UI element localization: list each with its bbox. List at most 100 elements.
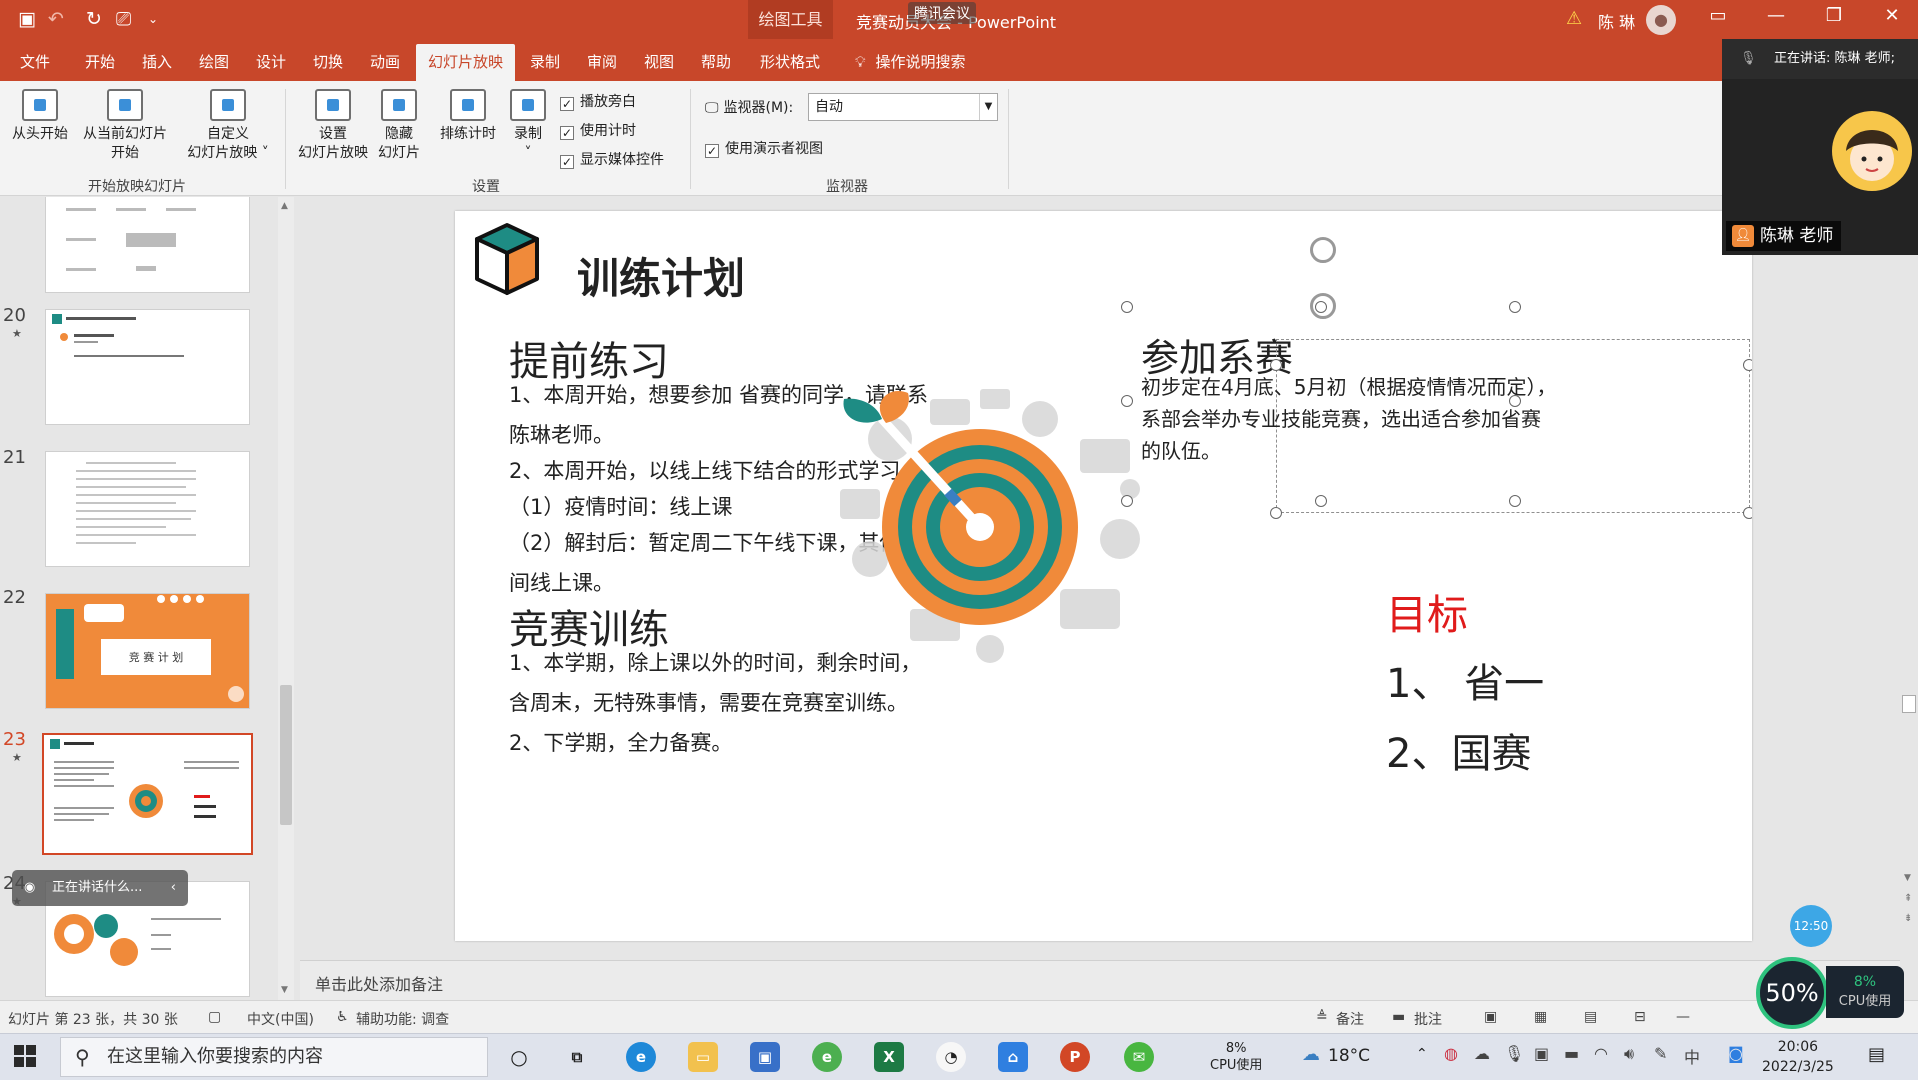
tab-shape-format[interactable]: 形状格式 (760, 51, 820, 72)
slide-vertical-scrollbar[interactable]: ▼ ⇞ ⇟ (1900, 197, 1918, 1000)
setup-show-button[interactable]: 设置 幻灯片放映 (294, 89, 372, 163)
scroll-up-icon[interactable]: ▲ (281, 201, 288, 211)
taskbar-clock[interactable]: 20:06 2022/3/25 (1762, 1037, 1834, 1077)
resize-handle[interactable] (1270, 359, 1282, 371)
chevron-left-icon[interactable]: ‹ (171, 870, 176, 906)
account-name[interactable]: 陈 琳 (1598, 9, 1635, 33)
account-avatar-icon[interactable]: ● (1646, 5, 1676, 35)
tab-design[interactable]: 设计 (256, 51, 286, 72)
slide-thumbnail-23-selected[interactable] (42, 733, 253, 855)
monitor-select[interactable]: 自动 ▼ (808, 93, 998, 121)
cpu-usage-gauge[interactable]: 50% (1756, 957, 1828, 1029)
notes-pane[interactable]: 单击此处添加备注 (300, 960, 1900, 1000)
meeting-timer-badge[interactable]: 12:50 (1790, 905, 1832, 947)
comments-button[interactable]: 批注 (1414, 1009, 1442, 1029)
custom-show-button[interactable]: 自定义 幻灯片放映 ˅ (178, 89, 278, 163)
ribbon-display-icon[interactable]: ▭ (1698, 5, 1738, 26)
goal-item-2[interactable]: 2、国赛 (1386, 721, 1531, 779)
microphone-icon[interactable]: 🎙︎ (1504, 1044, 1524, 1063)
tab-file[interactable]: 文件 (20, 51, 50, 72)
store-icon[interactable]: ▣ (750, 1042, 780, 1072)
reading-view-icon[interactable]: ▤ (1584, 1009, 1597, 1025)
from-beginning-button[interactable]: 从头开始 (8, 89, 72, 144)
resize-handle[interactable] (1509, 495, 1521, 507)
slide-23[interactable]: 训练计划 提前练习 1、本周开始，想要参加 省赛的同学，请联系 陈琳老师。 2、… (455, 211, 1752, 941)
tab-review[interactable]: 审阅 (587, 51, 617, 72)
wifi-icon[interactable]: ◠ (1594, 1044, 1608, 1063)
ie-browser-icon[interactable]: e (812, 1042, 842, 1072)
task-view-icon[interactable]: ⧉ (562, 1042, 592, 1072)
resize-handle[interactable] (1509, 301, 1521, 313)
warning-icon[interactable]: ⚠ (1566, 8, 1582, 29)
resize-handle[interactable] (1315, 495, 1327, 507)
redo-icon[interactable]: ↻ (86, 8, 102, 30)
chevron-down-icon[interactable]: ▼ (979, 94, 997, 120)
resize-handle[interactable] (1121, 301, 1133, 313)
volume-icon[interactable]: 🔊︎ (1624, 1044, 1634, 1064)
slide-title[interactable]: 训练计划 (577, 245, 745, 306)
slide-thumbnail-20[interactable] (45, 309, 250, 425)
tab-transitions[interactable]: 切换 (313, 51, 343, 72)
rotate-handle-icon[interactable] (1310, 237, 1336, 263)
slide-scroll-thumb[interactable] (1902, 695, 1916, 713)
play-narration-checkbox[interactable]: ✓ 播放旁白 (560, 91, 636, 111)
battery-icon[interactable]: ▬ (1564, 1044, 1579, 1063)
rehearse-timings-button[interactable]: 排练计时 (436, 89, 500, 144)
record-button[interactable]: 录制 ˅ (504, 89, 552, 163)
thumbnail-scroll-thumb[interactable] (280, 685, 292, 825)
resize-handle[interactable] (1315, 301, 1327, 313)
tab-record[interactable]: 录制 (530, 51, 560, 72)
accessibility-status[interactable]: 辅助功能: 调查 (356, 1009, 449, 1029)
weather-temperature[interactable]: 18°C (1328, 1046, 1370, 1066)
thumbnail-scrollbar[interactable]: ▲ ▼ (278, 197, 294, 1000)
excel-icon[interactable]: X (874, 1042, 904, 1072)
wechat-icon[interactable]: ✉ (1124, 1042, 1154, 1072)
minimize-icon[interactable]: — (1756, 5, 1796, 26)
customize-qat-icon[interactable]: ⌄ (148, 12, 158, 26)
chevron-up-icon[interactable]: ⌃ (1416, 1046, 1428, 1062)
tray-app-icon[interactable]: ◍ (1444, 1044, 1458, 1063)
resize-handle[interactable] (1743, 359, 1752, 371)
notes-toggle-button[interactable]: 备注 (1336, 1009, 1364, 1029)
present-icon[interactable]: ⎚ (116, 8, 131, 30)
meeting-floating-pill[interactable]: ◉ 正在讲话什么... ‹ (12, 870, 188, 906)
show-media-checkbox[interactable]: ✓ 显示媒体控件 (560, 149, 664, 169)
meeting-video-panel[interactable]: 🎙︎ 正在讲话: 陈琳 老师; 👤︎ 陈琳 老师 (1722, 39, 1918, 255)
tell-me-search[interactable]: 💡︎ 操作说明搜索 (855, 51, 966, 72)
use-timings-checkbox[interactable]: ✓ 使用计时 (560, 120, 636, 140)
resize-handle[interactable] (1121, 495, 1133, 507)
tab-home[interactable]: 开始 (85, 51, 115, 72)
scroll-down-icon[interactable]: ▼ (1904, 873, 1911, 883)
previous-slide-icon[interactable]: ⇞ (1904, 893, 1912, 904)
display-icon[interactable]: ▣ (1534, 1044, 1549, 1063)
scroll-down-icon[interactable]: ▼ (281, 985, 288, 995)
input-method-icon[interactable]: 中 (1684, 1044, 1700, 1068)
resize-handle[interactable] (1270, 507, 1282, 519)
slideshow-view-icon[interactable]: ⊟ (1634, 1009, 1646, 1025)
tray-meeting-icon[interactable]: ◙ (1728, 1044, 1744, 1063)
slide-sorter-icon[interactable]: ▦ (1534, 1009, 1547, 1025)
taskbar-search-input[interactable]: ⚲ 在这里输入你要搜索的内容 (60, 1037, 488, 1077)
goal-item-1[interactable]: 1、 省一 (1386, 651, 1544, 709)
powerpoint-icon[interactable]: P (1060, 1042, 1090, 1072)
pen-icon[interactable]: ✎ (1654, 1044, 1667, 1063)
normal-view-icon[interactable]: ▣ (1484, 1009, 1497, 1025)
edge-browser-icon[interactable]: e (626, 1042, 656, 1072)
notification-center-icon[interactable]: ▤ (1868, 1044, 1885, 1065)
from-current-button[interactable]: 从当前幻灯片 开始 (74, 89, 176, 163)
tab-insert[interactable]: 插入 (142, 51, 172, 72)
slide-thumbnail-19[interactable] (45, 197, 250, 293)
cortana-icon[interactable]: ○ (504, 1042, 534, 1072)
next-slide-icon[interactable]: ⇟ (1904, 913, 1912, 924)
taskbar-cpu-monitor[interactable]: 8% CPU使用 (1210, 1040, 1262, 1074)
department-contest-body[interactable]: 初步定在4月底、5月初（根据疫情情况而定）， 系部会举办专业技能竞赛，选出适合参… (1141, 371, 1556, 467)
resize-handle[interactable] (1121, 395, 1133, 407)
hide-slide-button[interactable]: 隐藏 幻灯片 (374, 89, 424, 163)
meeting-app-icon[interactable]: ⌂ (998, 1042, 1028, 1072)
file-explorer-icon[interactable]: ▭ (688, 1042, 718, 1072)
tab-slideshow[interactable]: 幻灯片放映 (416, 44, 516, 81)
meeting-indicator[interactable]: 腾讯会议 (908, 2, 976, 24)
tab-draw[interactable]: 绘图 (199, 51, 229, 72)
video-app-icon[interactable]: ◔ (936, 1042, 966, 1072)
goal-title[interactable]: 目标 (1386, 581, 1468, 641)
